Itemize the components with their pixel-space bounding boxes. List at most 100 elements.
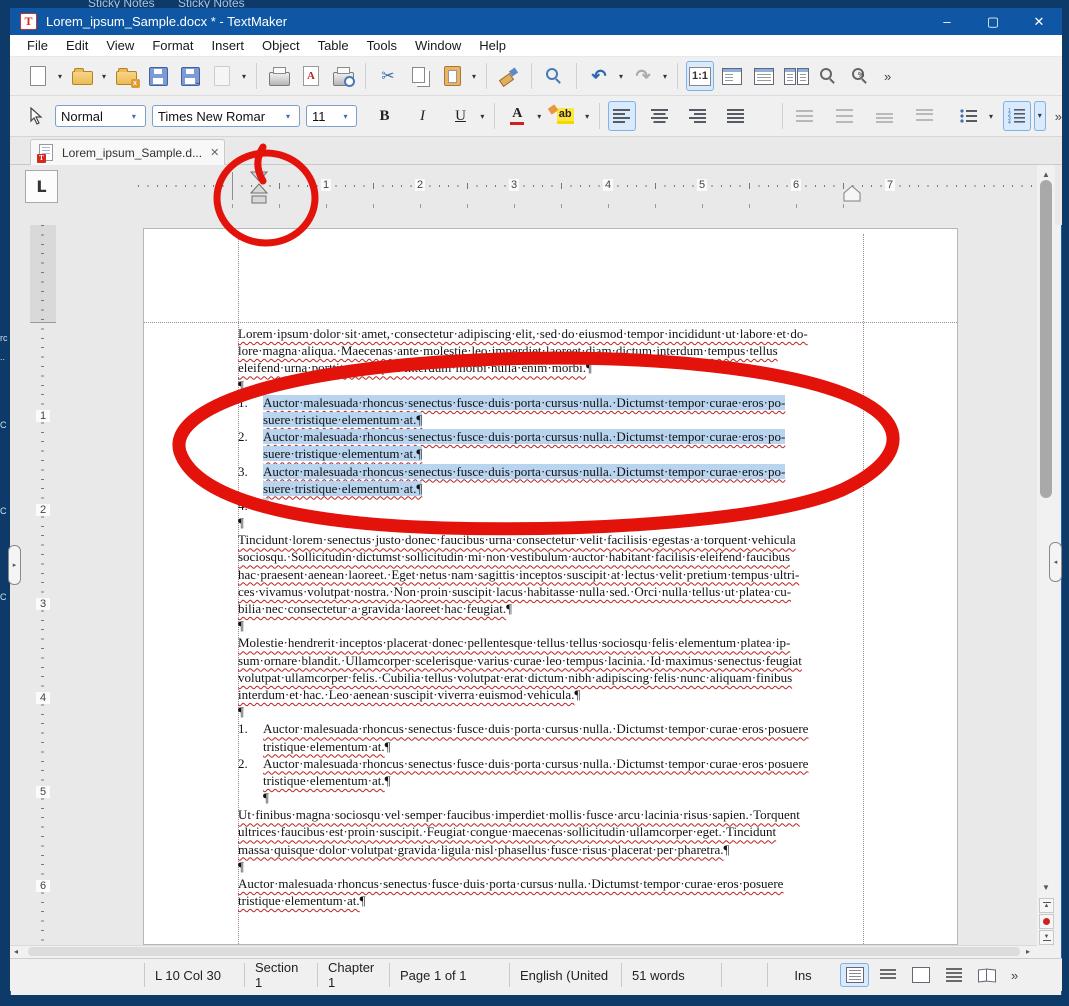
status-chapter[interactable]: Chapter 1: [318, 963, 390, 987]
zoom-button[interactable]: [814, 61, 842, 91]
open-button[interactable]: [68, 61, 96, 91]
italic-button[interactable]: I: [408, 101, 436, 131]
export-pdf-button[interactable]: A: [297, 61, 325, 91]
print-button[interactable]: [265, 61, 293, 91]
numbered-list-button[interactable]: 1234: [1003, 101, 1031, 131]
zoom-actual-size-button[interactable]: 1:1: [686, 61, 714, 91]
menu-tools[interactable]: Tools: [358, 36, 406, 55]
align-center-button[interactable]: [646, 101, 674, 131]
paragraph-style-select[interactable]: Normal ▾: [55, 105, 146, 127]
doc-line[interactable]: suere·tristique·elementum·at.¶: [238, 480, 868, 497]
doc-line[interactable]: tristique·elementum·at.¶: [238, 772, 868, 789]
doc-line[interactable]: interdum·et·hac.·Leo·aenean·suscipit·viv…: [238, 686, 868, 703]
search-button[interactable]: [540, 61, 568, 91]
cut-button[interactable]: ✂: [374, 61, 402, 91]
new-document-button[interactable]: [24, 61, 52, 91]
menu-object[interactable]: Object: [253, 36, 309, 55]
font-name-select[interactable]: Times New Romar ▾: [152, 105, 300, 127]
status-language[interactable]: English (United: [510, 963, 622, 987]
two-pages-button[interactable]: [782, 61, 810, 91]
menu-format[interactable]: Format: [143, 36, 202, 55]
paste-button[interactable]: [438, 61, 466, 91]
doc-line[interactable]: Ut·finibus·magna·sociosqu·vel·semper·fau…: [238, 806, 868, 823]
doc-line[interactable]: bilia·nec·consectetur·a·gravida·laoreet·…: [238, 600, 868, 617]
document-viewport[interactable]: 123456 Lorem·ipsum·dolor·sit·amet,·conse…: [10, 225, 1037, 945]
doc-line[interactable]: ultrices·faucibus·est·proin·suscipit.·Fe…: [238, 823, 868, 840]
tab-close-icon[interactable]: ✕: [210, 146, 219, 159]
view-book-button[interactable]: [972, 963, 1001, 987]
redo-dropdown[interactable]: ▾: [660, 72, 670, 81]
right-indent-marker[interactable]: [843, 185, 863, 203]
status-page[interactable]: Page 1 of 1: [390, 963, 510, 987]
print-preview-button[interactable]: [329, 61, 357, 91]
undo-button[interactable]: ↶: [585, 61, 613, 91]
fit-page-button[interactable]: [750, 61, 778, 91]
doc-line[interactable]: ces·vivamus·volutpat·nostra.·Non·proin·s…: [238, 583, 868, 600]
browse-object-button[interactable]: [1039, 914, 1054, 929]
zoom-level-button[interactable]: %: [846, 61, 874, 91]
status-cursor-position[interactable]: L 10 Col 30: [145, 963, 245, 987]
view-page-layout-button[interactable]: [840, 963, 869, 987]
statusbar-overflow-button[interactable]: »: [1011, 968, 1018, 983]
doc-line[interactable]: ¶: [238, 703, 868, 720]
doc-line[interactable]: ¶: [238, 789, 868, 806]
doc-line[interactable]: sum·ornare·blandit.·Ullamcorper·sceleris…: [238, 652, 868, 669]
vertical-scroll-thumb[interactable]: [1040, 180, 1052, 498]
document-tab[interactable]: T Lorem_ipsum_Sample.d... ✕: [30, 139, 225, 165]
right-panel-handle[interactable]: ◂: [1049, 542, 1062, 582]
justify-button[interactable]: [722, 101, 750, 131]
paste-dropdown[interactable]: ▾: [469, 72, 479, 81]
align-right-button[interactable]: [684, 101, 712, 131]
status-word-count[interactable]: 51 words: [622, 963, 722, 987]
doc-line[interactable]: 1.Auctor·malesuada·rhoncus·senectus·fusc…: [238, 394, 868, 411]
menu-table[interactable]: Table: [309, 36, 358, 55]
view-draft-button[interactable]: [939, 963, 968, 987]
tab-type-selector[interactable]: L: [25, 170, 58, 203]
doc-line[interactable]: 2.Auctor·malesuada·rhoncus·senectus·fusc…: [238, 428, 868, 445]
doc-line[interactable]: 4.¶: [238, 497, 868, 514]
underline-button[interactable]: U: [446, 101, 474, 131]
format-painter-button[interactable]: [495, 61, 523, 91]
doc-line[interactable]: tristique·elementum·at.¶: [238, 738, 868, 755]
menu-view[interactable]: View: [97, 36, 143, 55]
save-button[interactable]: [144, 61, 172, 91]
doc-line[interactable]: tristique·elementum·at.¶: [238, 892, 868, 909]
close-button[interactable]: ✕: [1016, 8, 1062, 35]
menu-insert[interactable]: Insert: [202, 36, 253, 55]
font-color-dropdown[interactable]: ▾: [534, 112, 544, 121]
doc-line[interactable]: 1.Auctor·malesuada·rhoncus·senectus·fusc…: [238, 720, 868, 737]
horizontal-scroll-thumb[interactable]: [28, 947, 1020, 956]
view-continuous-button[interactable]: [873, 963, 902, 987]
status-section[interactable]: Section 1: [245, 963, 318, 987]
doc-line[interactable]: Molestie·hendrerit·inceptos·placerat·don…: [238, 634, 868, 651]
doc-line[interactable]: ¶: [238, 514, 868, 531]
bullet-list-dropdown[interactable]: ▾: [986, 112, 996, 121]
new-document-dropdown[interactable]: ▾: [55, 72, 65, 81]
next-object-button[interactable]: ▼: [1039, 930, 1054, 945]
indent-marker[interactable]: [250, 171, 270, 207]
toolbar-overflow-button[interactable]: »: [1055, 109, 1062, 124]
doc-line[interactable]: ¶: [238, 617, 868, 634]
menu-window[interactable]: Window: [406, 36, 470, 55]
object-mode-button[interactable]: [22, 101, 50, 131]
highlight-dropdown[interactable]: ▾: [582, 112, 592, 121]
undo-dropdown[interactable]: ▾: [616, 72, 626, 81]
restore-version-button[interactable]: [208, 61, 236, 91]
space-after-button[interactable]: [911, 101, 939, 131]
doc-line[interactable]: hac·praesent·aenean·laoreet.·Eget·netus·…: [238, 566, 868, 583]
underline-dropdown[interactable]: ▾: [477, 112, 487, 121]
maximize-button[interactable]: ▢: [970, 8, 1016, 35]
line-spacing-1-button[interactable]: [791, 101, 819, 131]
close-document-button[interactable]: x: [112, 61, 140, 91]
document-text[interactable]: Lorem·ipsum·dolor·sit·amet,·consectetur·…: [238, 325, 868, 909]
font-size-select[interactable]: 11 ▾: [306, 105, 357, 127]
doc-line[interactable]: eleifend·urna·porttitor.·Aliquet·interdu…: [238, 359, 868, 376]
previous-object-button[interactable]: ▲: [1039, 898, 1054, 913]
doc-line[interactable]: ¶: [238, 858, 868, 875]
toolbar-overflow-button[interactable]: »: [884, 69, 891, 84]
bold-button[interactable]: B: [370, 101, 398, 131]
save-all-button[interactable]: ..: [176, 61, 204, 91]
doc-line[interactable]: Lorem·ipsum·dolor·sit·amet,·consectetur·…: [238, 325, 868, 342]
view-full-page-button[interactable]: [906, 963, 935, 987]
title-bar[interactable]: T Lorem_ipsum_Sample.docx * - TextMaker …: [10, 8, 1062, 35]
